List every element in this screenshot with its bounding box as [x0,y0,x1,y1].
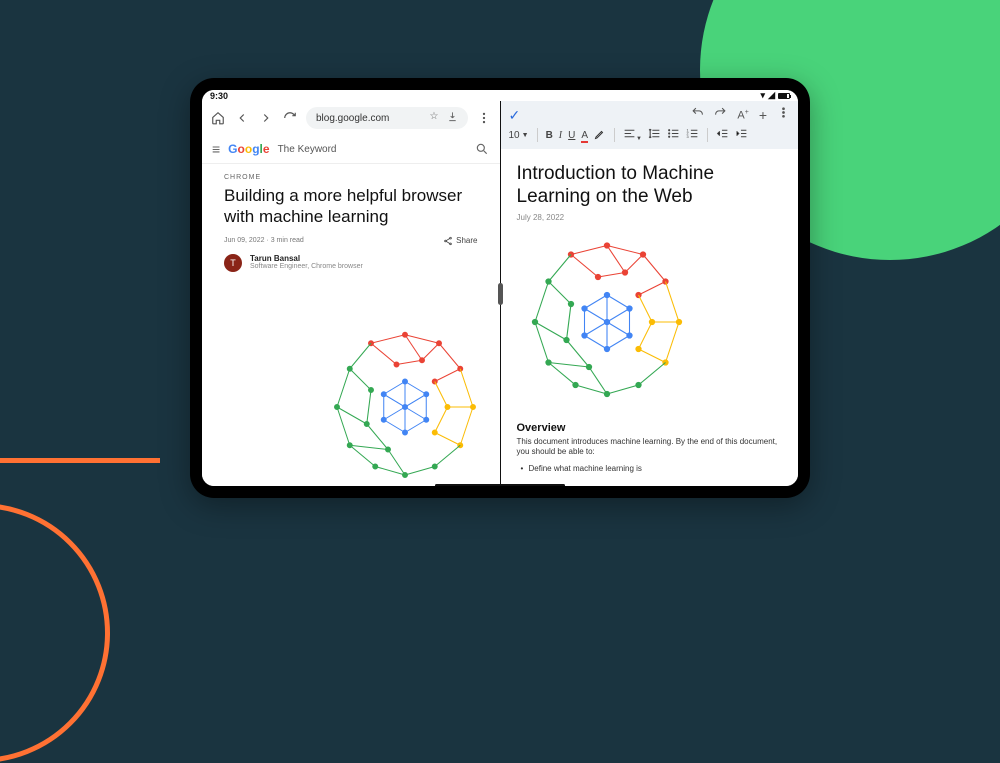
back-icon[interactable] [234,110,250,126]
outdent-button[interactable] [716,127,729,143]
line-spacing-button[interactable] [648,127,661,143]
text-style-icon[interactable]: A+ [737,109,748,122]
google-logo[interactable]: Google [228,142,269,156]
document-date[interactable]: July 28, 2022 [517,213,783,222]
number-list-button[interactable]: 123 [686,127,699,143]
done-check-icon[interactable]: ✓ [509,107,521,124]
reload-icon[interactable] [282,110,298,126]
site-title: The Keyword [278,144,337,155]
status-time: 9:30 [210,91,228,101]
more-icon[interactable] [476,110,492,126]
bold-button[interactable]: B [546,130,553,141]
star-icon[interactable]: ☆ [430,111,439,125]
split-divider[interactable] [500,101,501,486]
font-size-control[interactable]: 10 ▼ [509,130,529,141]
article-meta: Jun 09, 2022 · 3 min read [224,237,304,244]
site-header: ≡ Google The Keyword [202,135,500,164]
bullet-list-button[interactable] [667,127,680,143]
forward-icon[interactable] [258,110,274,126]
author-name: Tarun Bansal [250,254,363,263]
align-button[interactable]: ▼ [623,127,642,143]
battery-icon [778,93,790,99]
hero-illustration [320,322,490,486]
wifi-icon: ▾ [761,90,765,101]
search-icon[interactable] [474,141,490,157]
undo-icon[interactable] [691,106,704,124]
docs-toolbar: ✓ A+ + 10 ▼ [501,101,799,149]
home-icon[interactable] [210,110,226,126]
url-bar[interactable]: blog.google.com ☆ [306,107,468,129]
docs-pane: ✓ A+ + 10 ▼ [501,101,799,486]
tablet-frame: 9:30 ▾ ◢ [190,78,810,498]
browser-toolbar: blog.google.com ☆ [202,101,500,135]
indent-button[interactable] [735,127,748,143]
article: CHROME Building a more helpful browser w… [202,164,500,486]
article-category[interactable]: CHROME [224,174,478,181]
author-role: Software Engineer, Chrome browser [250,263,363,271]
download-icon[interactable] [447,111,458,125]
signal-icon: ◢ [768,90,774,101]
document-body[interactable]: Introduction to Machine Learning on the … [501,149,799,486]
docs-more-icon[interactable] [777,106,790,124]
avatar: T [224,254,242,272]
home-handle[interactable] [435,484,565,486]
chevron-down-icon: ▼ [522,132,529,139]
svg-text:3: 3 [687,135,689,139]
document-bullet[interactable]: Define what machine learning is [529,464,783,473]
drag-handle-icon[interactable] [498,283,503,305]
menu-icon[interactable]: ≡ [212,141,220,157]
section-heading[interactable]: Overview [517,422,783,434]
share-button[interactable]: Share [443,236,477,246]
italic-button[interactable]: I [559,130,562,141]
android-status-bar: 9:30 ▾ ◢ [202,90,798,101]
insert-icon[interactable]: + [759,107,767,123]
highlight-button[interactable] [594,128,606,143]
article-headline: Building a more helpful browser with mac… [224,185,478,228]
browser-pane: blog.google.com ☆ ≡ [202,101,500,486]
document-title[interactable]: Introduction to Machine Learning on the … [517,163,783,209]
author-block: T Tarun Bansal Software Engineer, Chrome… [224,254,478,272]
text-color-button[interactable]: A [581,130,588,141]
url-text: blog.google.com [316,113,389,124]
document-hero-image [517,232,697,412]
document-paragraph[interactable]: This document introduces machine learnin… [517,437,783,459]
redo-icon[interactable] [714,106,727,124]
underline-button[interactable]: U [568,130,575,141]
